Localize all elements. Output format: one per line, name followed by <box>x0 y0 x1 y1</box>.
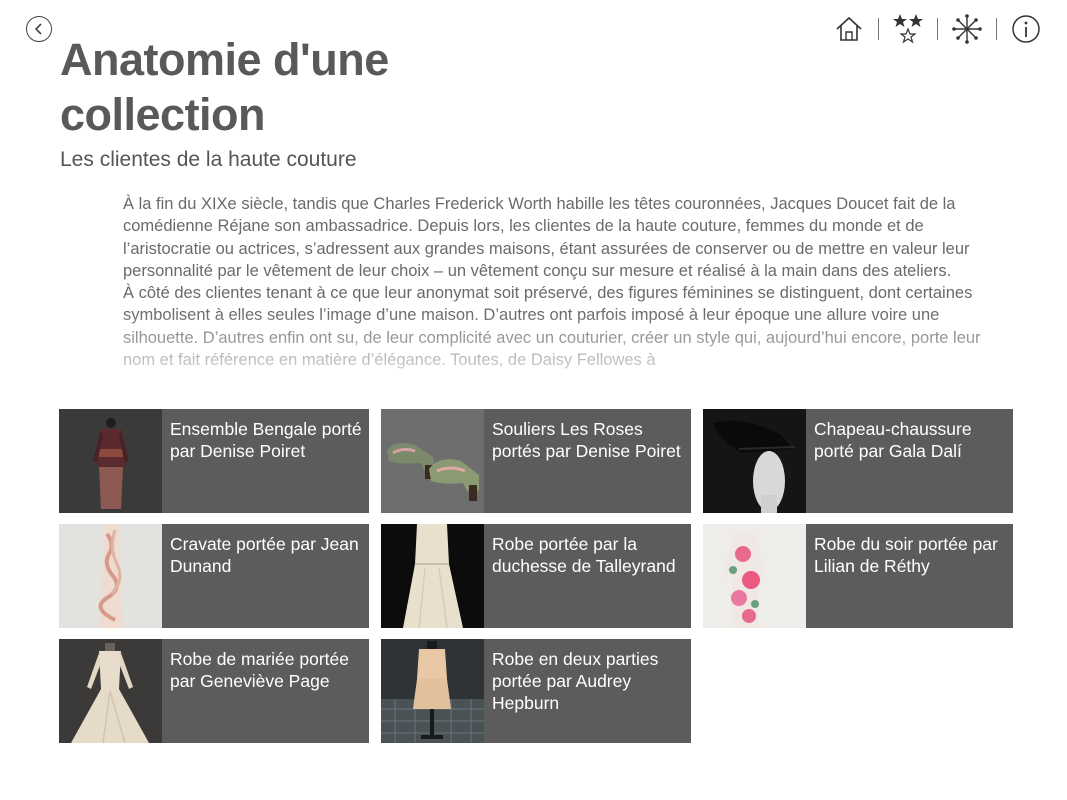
intro-paragraph: À côté des clientes tenant à ce que leur… <box>123 284 981 370</box>
collection-card-robe-deux-parties[interactable]: Robe en deux parties portée par Audrey H… <box>381 639 691 743</box>
card-thumbnail <box>703 524 806 628</box>
collection-card-robe-talleyrand[interactable]: Robe portée par la duchesse de Talleyran… <box>381 524 691 628</box>
collection-card-robe-du-soir[interactable]: Robe du soir portée par Lilian de Réthy <box>703 524 1013 628</box>
card-label: Robe du soir portée par Lilian de Réthy <box>814 534 998 576</box>
collection-grid: Ensemble Bengale porté par Denise Poiret… <box>59 409 1013 743</box>
favorites-button[interactable] <box>891 12 925 46</box>
toolbar-divider <box>996 18 997 40</box>
collection-card-robe-de-mariee[interactable]: Robe de mariée portée par Geneviève Page <box>59 639 369 743</box>
page-subtitle: Les clientes de la haute couture <box>60 148 357 171</box>
page-title: Anatomie d'une collection <box>60 34 389 140</box>
card-label: Chapeau-chaussure porté par Gala Dalí <box>814 419 972 461</box>
asterisk-icon <box>952 14 982 44</box>
home-icon <box>836 16 862 41</box>
card-label: Souliers Les Roses portés par Denise Poi… <box>492 419 681 461</box>
collection-card-cravate[interactable]: Cravate portée par Jean Dunand <box>59 524 369 628</box>
back-arrow-icon <box>34 23 42 35</box>
explore-button[interactable] <box>950 12 984 46</box>
stars-icon <box>893 14 923 44</box>
card-thumbnail <box>381 639 484 743</box>
card-label: Robe en deux parties portée par Audrey H… <box>492 649 659 713</box>
info-icon <box>1012 15 1040 43</box>
home-button[interactable] <box>832 12 866 46</box>
info-button[interactable] <box>1009 12 1043 46</box>
back-button[interactable] <box>26 16 52 42</box>
collection-card-ensemble-bengale[interactable]: Ensemble Bengale porté par Denise Poiret <box>59 409 369 513</box>
collection-card-souliers-les-roses[interactable]: Souliers Les Roses portés par Denise Poi… <box>381 409 691 513</box>
card-thumbnail <box>381 409 484 513</box>
card-thumbnail <box>703 409 806 513</box>
card-label: Robe portée par la duchesse de Talleyran… <box>492 534 676 576</box>
card-label: Cravate portée par Jean Dunand <box>170 534 359 576</box>
toolbar-divider <box>878 18 879 40</box>
top-toolbar <box>832 12 1043 46</box>
intro-paragraph: À la fin du XIXe siècle, tandis que Char… <box>123 195 970 280</box>
collection-card-chapeau-chaussure[interactable]: Chapeau-chaussure porté par Gala Dalí <box>703 409 1013 513</box>
intro-text[interactable]: À la fin du XIXe siècle, tandis que Char… <box>123 193 1008 389</box>
toolbar-divider <box>937 18 938 40</box>
card-thumbnail <box>59 409 162 513</box>
card-thumbnail <box>59 524 162 628</box>
card-thumbnail <box>59 639 162 743</box>
card-thumbnail <box>381 524 484 628</box>
card-label: Robe de mariée portée par Geneviève Page <box>170 649 349 691</box>
card-label: Ensemble Bengale porté par Denise Poiret <box>170 419 362 461</box>
